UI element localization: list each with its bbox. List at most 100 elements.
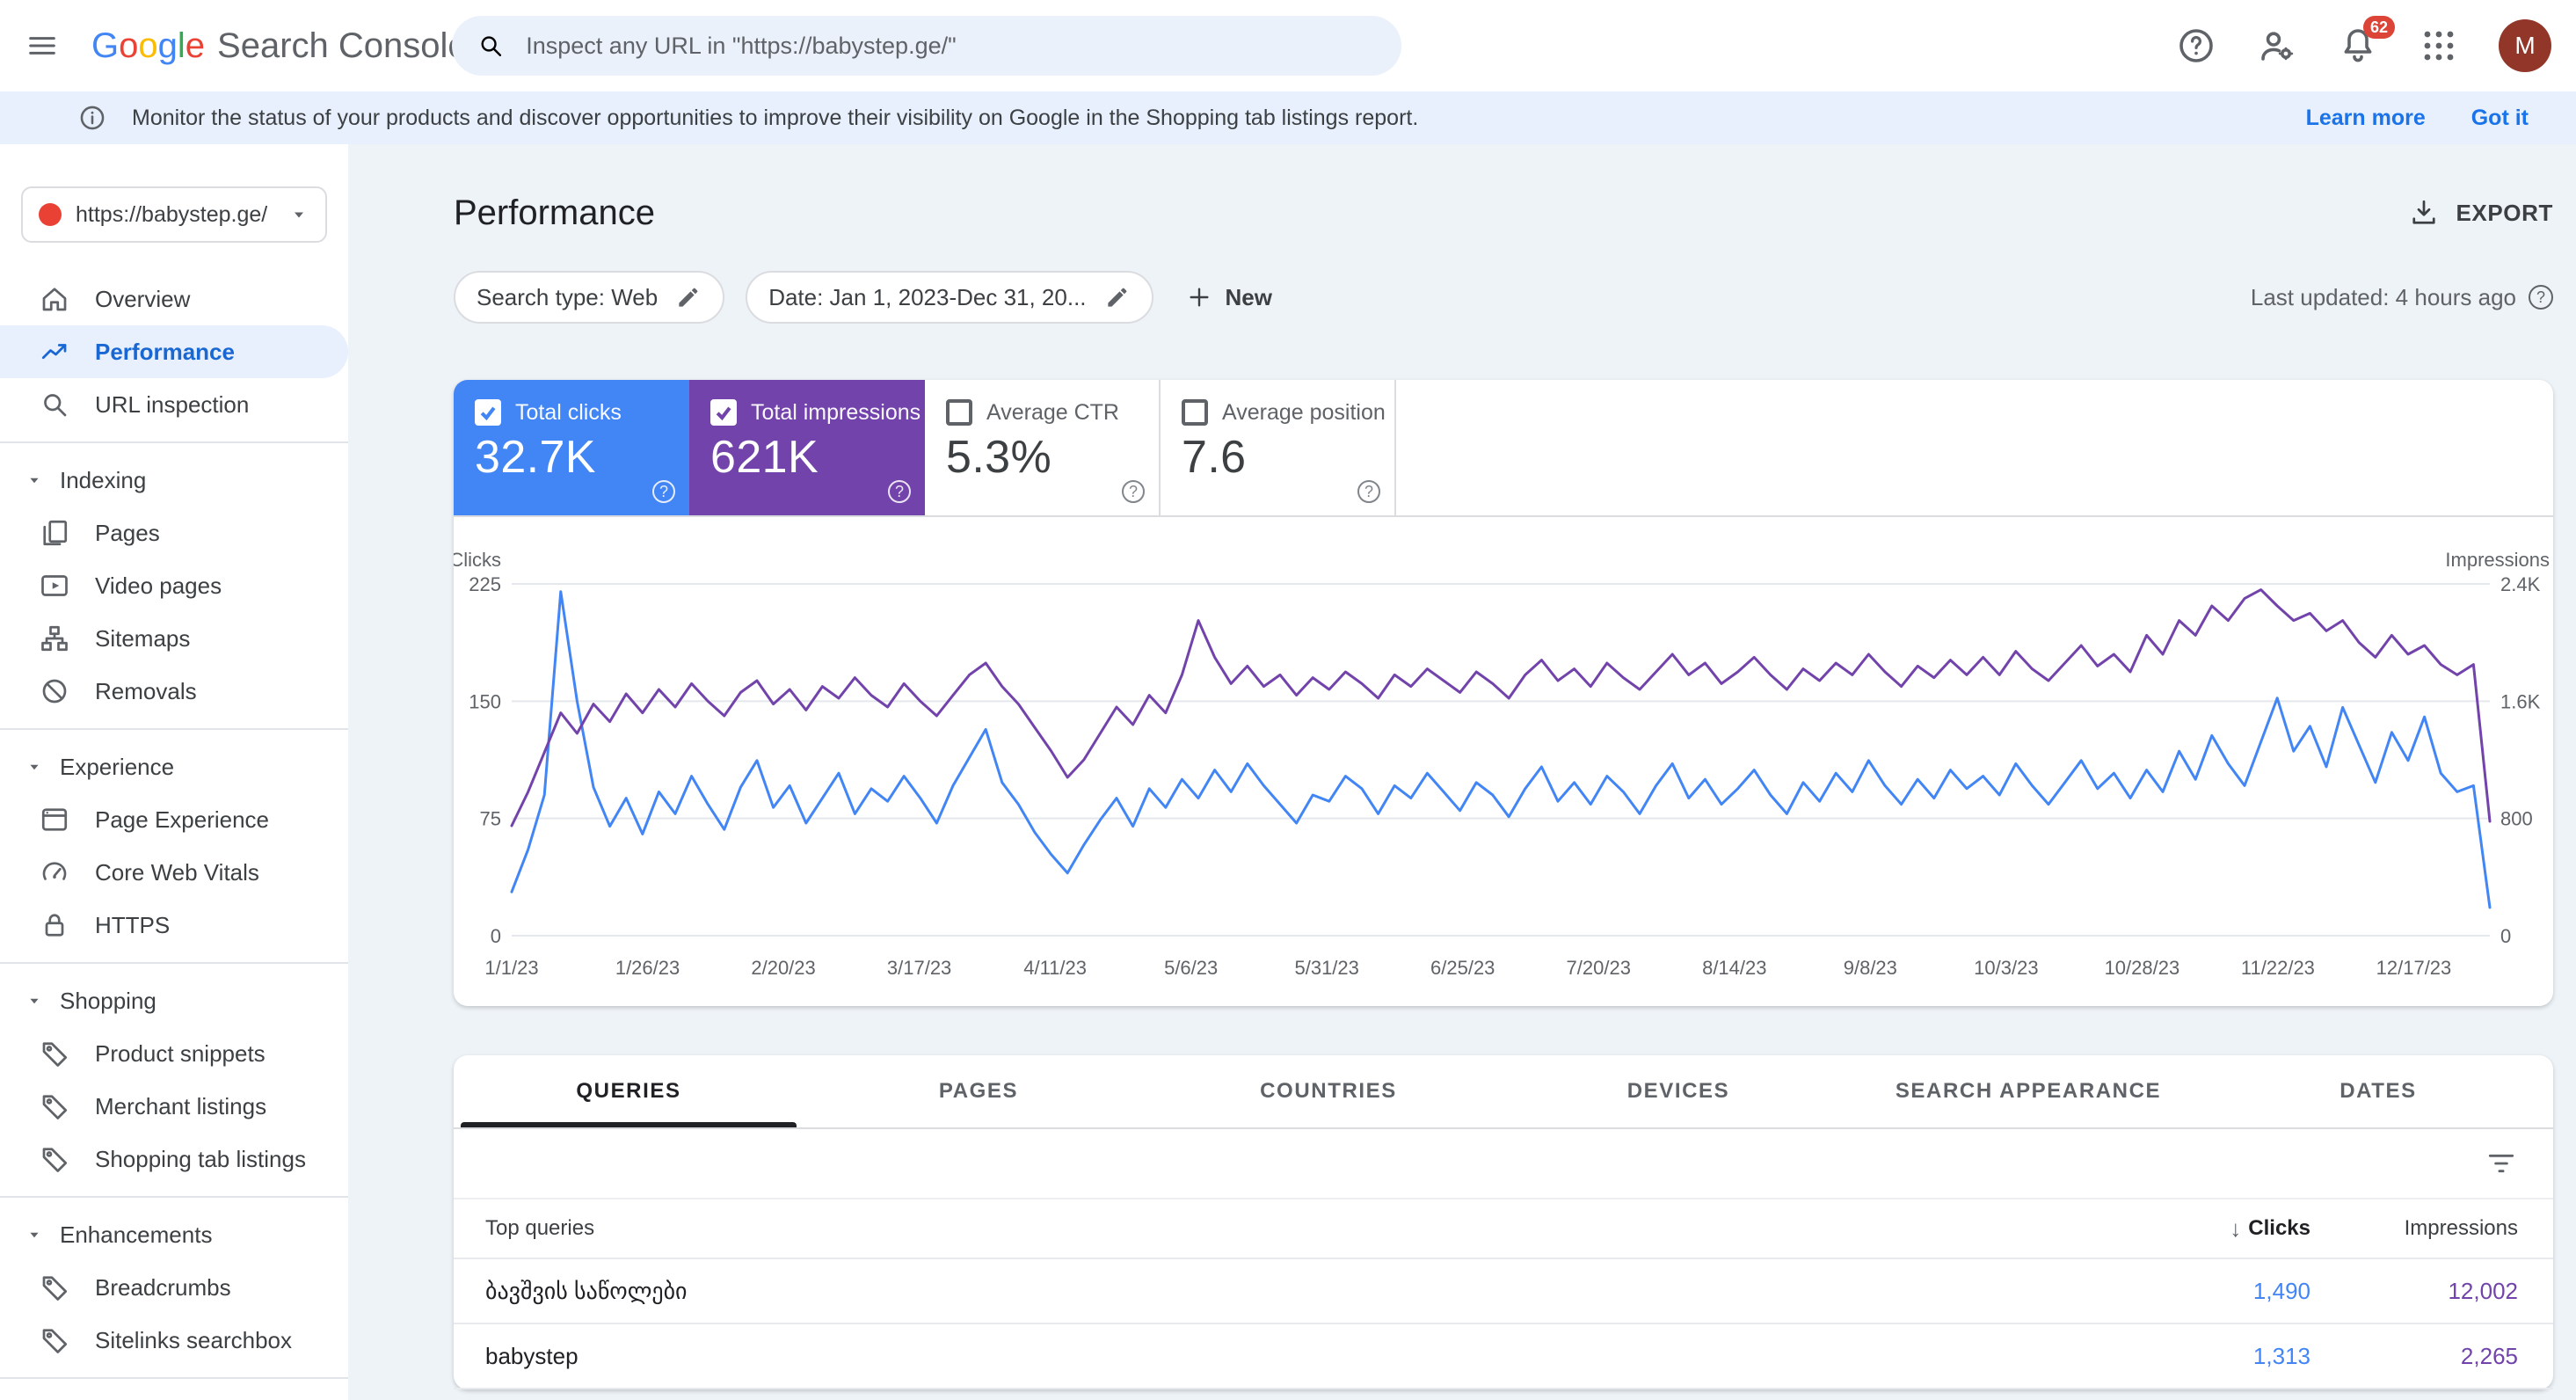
metric-label: Total impressions	[751, 399, 921, 425]
sidebar-item-sitelinks-searchbox[interactable]: Sitelinks searchbox	[0, 1314, 348, 1367]
filter-rows-icon[interactable]	[2485, 1147, 2518, 1180]
sidebar-item-breadcrumbs[interactable]: Breadcrumbs	[0, 1261, 348, 1314]
svg-text:5/6/23: 5/6/23	[1164, 957, 1218, 979]
impressions-cell: 12,002	[2448, 1277, 2518, 1304]
sidebar-item-label: URL inspection	[95, 390, 250, 418]
lock-icon	[45, 914, 64, 937]
notifications-bell-icon[interactable]: 62	[2337, 16, 2395, 67]
sidebar-item-label: Video pages	[95, 572, 222, 599]
help-circle-icon[interactable]	[1357, 480, 1380, 503]
url-inspect-searchbox[interactable]	[452, 16, 1401, 76]
tab-countries[interactable]: COUNTRIES	[1153, 1055, 1503, 1127]
query-cell: ბავშვის საწოლები	[485, 1277, 688, 1304]
sidebar-section-security-manual-actions[interactable]: Security & Manual Actions	[0, 1389, 348, 1400]
sidebar-item-product-snippets[interactable]: Product snippets	[0, 1027, 348, 1080]
sidebar-item-overview[interactable]: Overview	[0, 273, 348, 325]
sidebar-item-label: Core Web Vitals	[95, 858, 259, 886]
property-selector[interactable]: https://babystep.ge/	[21, 186, 327, 243]
svg-text:10/3/23: 10/3/23	[1974, 957, 2038, 979]
sidebar-item-video-pages[interactable]: Video pages	[0, 559, 348, 612]
sidebar-item-sitemaps[interactable]: Sitemaps	[0, 612, 348, 665]
column-header-impressions[interactable]: Impressions	[2310, 1216, 2518, 1241]
sidebar-item-page-experience[interactable]: Page Experience	[0, 793, 348, 846]
performance-line-chart[interactable]: 225 150 75 0 Clicks 2.4K 1.6K 800 0 Impressions 1/…	[454, 517, 2553, 1006]
home-icon	[42, 288, 67, 311]
sidebar-item-core-web-vitals[interactable]: Core Web Vitals	[0, 846, 348, 899]
help-circle-icon[interactable]	[1122, 480, 1145, 503]
svg-text:1/1/23: 1/1/23	[484, 957, 538, 979]
checkbox-average-ctr[interactable]	[946, 399, 972, 426]
sidebar-section-indexing[interactable]: Indexing	[0, 454, 348, 507]
tab-dates[interactable]: DATES	[2203, 1055, 2553, 1127]
sidebar-item-label: Breadcrumbs	[95, 1273, 231, 1301]
export-button[interactable]: EXPORT	[2408, 197, 2553, 229]
table-row[interactable]: ბავშვის საწოლები 1,490 12,002	[454, 1259, 2553, 1324]
manage-users-icon[interactable]	[2256, 25, 2298, 67]
divider	[0, 962, 348, 964]
tab-queries[interactable]: QUERIES	[454, 1055, 804, 1127]
help-circle-icon[interactable]	[652, 480, 675, 503]
learn-more-link[interactable]: Learn more	[2306, 106, 2426, 131]
svg-text:1/26/23: 1/26/23	[615, 957, 680, 979]
google-apps-grid-icon[interactable]	[2418, 25, 2460, 67]
last-updated-text: Last updated: 4 hours ago	[2250, 283, 2516, 310]
hamburger-menu-icon[interactable]	[0, 4, 84, 88]
metric-tile-total-clicks[interactable]: Total clicks 32.7K	[454, 380, 689, 515]
sidebar-item-label: Pages	[95, 519, 160, 546]
help-circle-icon[interactable]	[2529, 285, 2553, 310]
table-row[interactable]: babystep 1,313 2,265	[454, 1324, 2553, 1389]
search-icon	[481, 36, 502, 56]
svg-text:225: 225	[469, 573, 501, 595]
app-logo: Google Search Console	[91, 26, 468, 66]
tab-pages[interactable]: PAGES	[804, 1055, 1153, 1127]
edit-pencil-icon	[1107, 288, 1126, 307]
product-name: Search Console	[217, 26, 468, 65]
sidebar-item-label: Sitemaps	[95, 624, 191, 652]
column-header-clicks[interactable]: ↓ Clicks	[2128, 1215, 2310, 1243]
section-label: Enhancements	[60, 1221, 213, 1248]
sidebar-item-removals[interactable]: Removals	[0, 665, 348, 718]
sidebar-item-url-inspection[interactable]: URL inspection	[0, 378, 348, 431]
browser-window-icon	[41, 808, 68, 831]
help-icon[interactable]	[2175, 25, 2217, 67]
svg-text:150: 150	[469, 690, 501, 712]
chevron-down-icon	[30, 478, 39, 484]
sidebar-item-performance[interactable]: Performance	[0, 325, 348, 378]
account-avatar[interactable]: M	[2499, 19, 2551, 72]
sidebar-item-merchant-listings[interactable]: Merchant listings	[0, 1080, 348, 1133]
banner-text: Monitor the status of your products and …	[132, 105, 1419, 130]
metric-tile-average-position[interactable]: Average position 7.6	[1161, 380, 1396, 515]
tab-search-appearance[interactable]: SEARCH APPEARANCE	[1853, 1055, 2203, 1127]
metric-label: Average position	[1222, 399, 1386, 425]
svg-text:Clicks: Clicks	[454, 549, 501, 571]
got-it-button[interactable]: Got it	[2471, 106, 2529, 131]
block-icon	[42, 679, 67, 704]
plus-icon	[1189, 288, 1209, 307]
search-type-filter-chip[interactable]: Search type: Web	[454, 271, 725, 324]
checkbox-average-position[interactable]	[1182, 399, 1208, 426]
help-circle-icon[interactable]	[888, 480, 911, 503]
chip-label: Search type: Web	[477, 283, 659, 310]
column-header-top-queries[interactable]: Top queries	[485, 1216, 2128, 1241]
sidebar-item-https[interactable]: HTTPS	[0, 899, 348, 952]
checkbox-total-impressions[interactable]	[710, 399, 737, 426]
sidebar-section-shopping[interactable]: Shopping	[0, 974, 348, 1027]
sidebar-section-enhancements[interactable]: Enhancements	[0, 1208, 348, 1261]
sidebar-section-experience[interactable]: Experience	[0, 740, 348, 793]
video-icon	[41, 575, 68, 596]
edit-pencil-icon	[679, 288, 698, 307]
svg-text:3/17/23: 3/17/23	[887, 957, 951, 979]
top-bar: Google Search Console 62 M	[0, 0, 2576, 91]
metric-tile-average-ctr[interactable]: Average CTR 5.3%	[925, 380, 1161, 515]
google-search-console-app: Google Search Console 62 M Mon	[0, 0, 2576, 1400]
sidebar-item-pages[interactable]: Pages	[0, 507, 348, 559]
metric-tile-total-impressions[interactable]: Total impressions 621K	[689, 380, 925, 515]
url-inspect-input[interactable]	[522, 30, 1377, 62]
checkbox-total-clicks[interactable]	[475, 399, 501, 426]
sidebar-item-shopping-tab-listings[interactable]: Shopping tab listings	[0, 1133, 348, 1185]
new-filter-button[interactable]: New	[1175, 283, 1283, 311]
tab-devices[interactable]: DEVICES	[1503, 1055, 1853, 1127]
date-filter-chip[interactable]: Date: Jan 1, 2023-Dec 31, 20...	[746, 271, 1153, 324]
sidebar-item-label: HTTPS	[95, 911, 171, 938]
performance-chart-card: Total clicks 32.7K Total impressions 621…	[454, 380, 2553, 1006]
